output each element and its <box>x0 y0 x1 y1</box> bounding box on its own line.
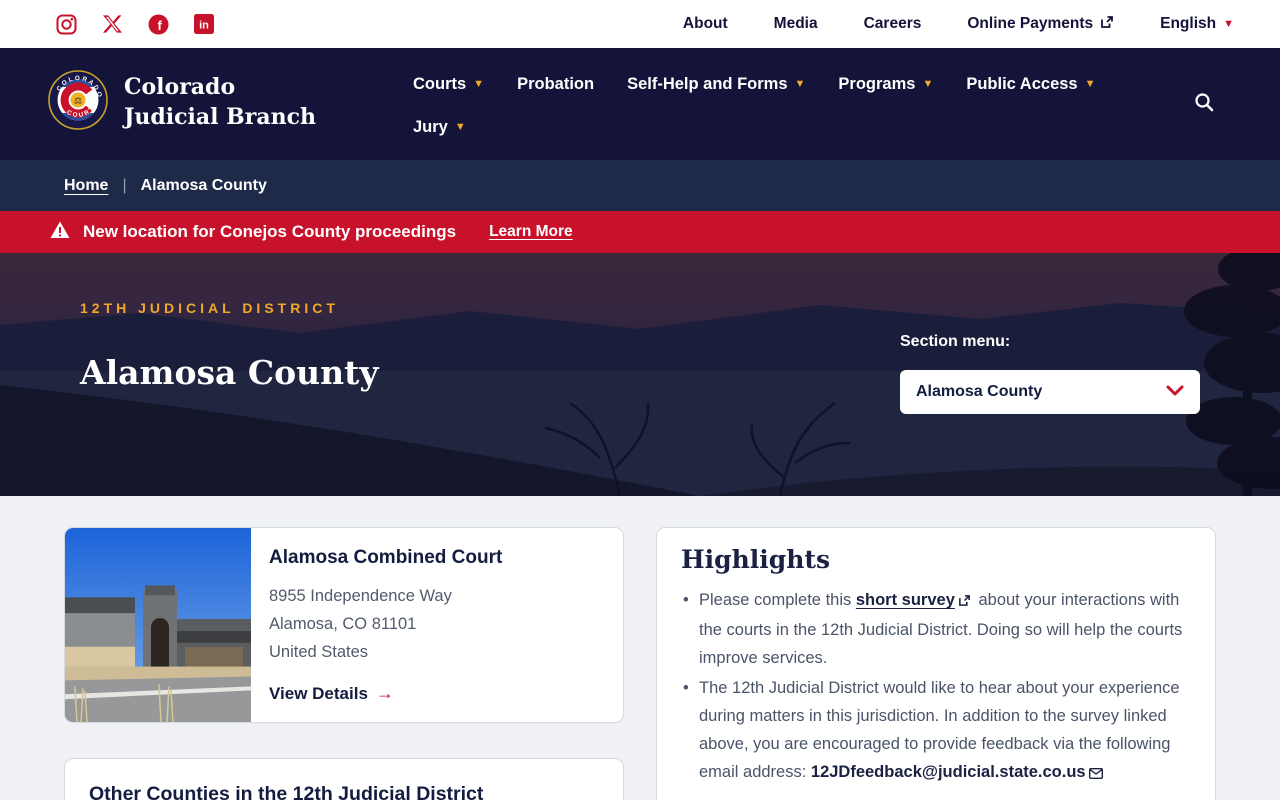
online-payments-link[interactable]: Online Payments <box>967 15 1114 34</box>
nav-item-public-access[interactable]: Public Access▼ <box>966 72 1095 96</box>
chevron-down-icon: ▼ <box>795 79 806 90</box>
external-link-icon <box>1100 15 1114 34</box>
left-column: Alamosa Combined Court 8955 Independence… <box>64 527 624 800</box>
court-card: Alamosa Combined Court 8955 Independence… <box>64 527 624 723</box>
language-selector[interactable]: English ▼ <box>1160 15 1234 33</box>
view-details-link[interactable]: View Details → <box>269 683 394 704</box>
arrow-right-icon: → <box>376 683 394 704</box>
court-name: Alamosa Combined Court <box>269 547 502 569</box>
highlights-card: Highlights Please complete this short su… <box>656 527 1216 800</box>
district-eyebrow: 12TH JUDICIAL DISTRICT <box>80 300 339 316</box>
linkedin-icon[interactable]: in <box>194 14 214 34</box>
highlight-item: Please complete this short survey about … <box>681 586 1191 672</box>
email-icon <box>1089 760 1103 788</box>
other-counties-title: Other Counties in the 12th Judicial Dist… <box>89 783 599 800</box>
alert-learn-more-link[interactable]: Learn More <box>489 223 573 241</box>
highlight-item: The 12th Judicial District would like to… <box>681 674 1191 788</box>
brand[interactable]: ⚖ COLORADO COURTS Colorado Judicial Bran… <box>48 70 324 135</box>
social-links: f in <box>56 14 214 35</box>
nav-item-courts[interactable]: Courts▼ <box>413 72 484 96</box>
chevron-down-icon: ▼ <box>1085 79 1096 90</box>
court-info: Alamosa Combined Court 8955 Independence… <box>251 528 526 722</box>
breadcrumb-home-link[interactable]: Home <box>64 177 108 195</box>
external-link-icon <box>958 588 971 616</box>
highlights-list: Please complete this short survey about … <box>681 586 1191 788</box>
page-title: Alamosa County <box>80 353 379 392</box>
short-survey-link[interactable]: short survey <box>856 591 955 609</box>
highlights-title: Highlights <box>681 545 1191 574</box>
court-address: 8955 Independence Way Alamosa, CO 81101 … <box>269 582 502 666</box>
about-link[interactable]: About <box>683 15 728 33</box>
site-title: Colorado Judicial Branch <box>124 73 324 132</box>
warning-icon <box>50 221 70 244</box>
media-link[interactable]: Media <box>774 15 818 33</box>
nav-item-self-help-and-forms[interactable]: Self-Help and Forms▼ <box>627 72 805 96</box>
search-icon[interactable] <box>1194 92 1214 115</box>
chevron-down-icon: ▼ <box>1223 19 1234 30</box>
svg-text:in: in <box>199 20 209 32</box>
chevron-down-icon: ▼ <box>473 79 484 90</box>
hero-banner: 12TH JUDICIAL DISTRICT Alamosa County Se… <box>0 253 1280 496</box>
main-nav: ⚖ COLORADO COURTS Colorado Judicial Bran… <box>0 48 1280 160</box>
svg-text:f: f <box>158 18 163 33</box>
nav-item-programs[interactable]: Programs▼ <box>838 72 933 96</box>
feedback-email-link[interactable]: 12JDfeedback@judicial.state.co.us <box>811 763 1086 781</box>
x-twitter-icon[interactable] <box>102 14 123 34</box>
facebook-icon[interactable]: f <box>148 14 169 35</box>
other-counties-card: Other Counties in the 12th Judicial Dist… <box>64 758 624 800</box>
instagram-icon[interactable] <box>56 14 77 35</box>
chevron-down-icon: ▼ <box>455 122 466 133</box>
section-menu-value: Alamosa County <box>916 383 1042 401</box>
page: f in About Media Careers Online Payments… <box>0 0 1280 800</box>
svg-text:⚖: ⚖ <box>74 96 82 106</box>
chevron-down-icon <box>1166 383 1184 401</box>
section-menu-dropdown[interactable]: Alamosa County <box>900 370 1200 414</box>
utility-bar: f in About Media Careers Online Payments… <box>0 0 1280 48</box>
courthouse-photo <box>65 528 251 722</box>
chevron-down-icon: ▼ <box>922 79 933 90</box>
alert-message: New location for Conejos County proceedi… <box>83 222 456 242</box>
colorado-courts-seal-logo: ⚖ COLORADO COURTS <box>48 70 108 135</box>
primary-menu: Courts▼ Probation Self-Help and Forms▼ P… <box>413 72 1103 139</box>
breadcrumb-current: Alamosa County <box>141 177 267 195</box>
careers-link[interactable]: Careers <box>864 15 922 33</box>
breadcrumb-separator: | <box>122 177 126 195</box>
breadcrumb: Home | Alamosa County <box>0 160 1280 211</box>
alert-banner: New location for Conejos County proceedi… <box>0 211 1280 253</box>
nav-item-probation[interactable]: Probation <box>517 72 594 96</box>
right-column: Highlights Please complete this short su… <box>656 527 1216 800</box>
section-menu-label: Section menu: <box>900 333 1010 351</box>
nav-item-jury[interactable]: Jury▼ <box>413 115 466 139</box>
utility-nav: About Media Careers Online Payments Engl… <box>683 15 1234 34</box>
main-content: Alamosa Combined Court 8955 Independence… <box>0 496 1280 800</box>
